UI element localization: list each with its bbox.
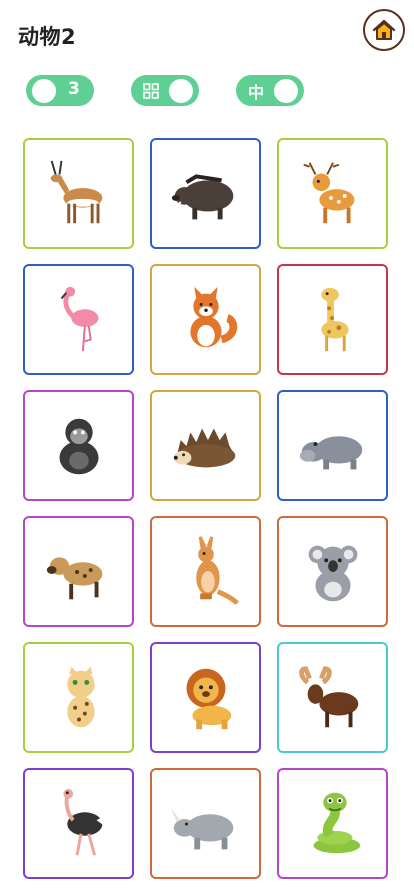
- kangaroo-icon: [195, 535, 239, 605]
- fox-icon: [189, 286, 237, 347]
- animal-card-hyena[interactable]: [23, 516, 134, 627]
- rhino-icon: [170, 807, 233, 849]
- page-title: 动物2: [18, 25, 77, 49]
- toggle-knob: [274, 78, 298, 103]
- boar-icon: [171, 173, 233, 219]
- toggle-knob: [32, 78, 56, 103]
- home-icon: [372, 19, 396, 40]
- animal-card-boar[interactable]: [150, 138, 261, 249]
- hedgehog-icon: [173, 427, 235, 467]
- hippo-icon: [299, 435, 362, 469]
- count-value: 3: [68, 79, 80, 99]
- lion-icon: [186, 668, 231, 729]
- animal-card-hedgehog[interactable]: [150, 390, 261, 501]
- animal-card-snake[interactable]: [277, 768, 388, 879]
- count-toggle[interactable]: 3: [26, 75, 94, 106]
- toggle-knob: [169, 78, 193, 103]
- animal-card-koala[interactable]: [277, 516, 388, 627]
- animal-card-hippo[interactable]: [277, 390, 388, 501]
- home-button[interactable]: [363, 9, 405, 51]
- animal-card-giraffe[interactable]: [277, 264, 388, 375]
- animal-card-flamingo[interactable]: [23, 264, 134, 375]
- size-label: 中: [248, 83, 265, 102]
- deer-icon: [302, 161, 354, 223]
- animal-card-antelope[interactable]: [23, 138, 134, 249]
- flamingo-icon: [60, 286, 98, 351]
- koala-icon: [308, 545, 357, 601]
- ostrich-icon: [62, 788, 108, 856]
- moose-icon: [298, 665, 358, 727]
- snake-icon: [313, 792, 360, 853]
- leopard-icon: [66, 666, 95, 727]
- animal-card-rhino[interactable]: [150, 768, 261, 879]
- animal-card-fox[interactable]: [150, 264, 261, 375]
- top-bar: 动物2: [0, 0, 414, 70]
- antelope-icon: [50, 160, 102, 223]
- animal-card-gorilla[interactable]: [23, 390, 134, 501]
- animal-card-leopard[interactable]: [23, 642, 134, 753]
- animal-card-moose[interactable]: [277, 642, 388, 753]
- size-toggle[interactable]: 中: [236, 75, 304, 106]
- animal-card-ostrich[interactable]: [23, 768, 134, 879]
- animal-card-deer[interactable]: [277, 138, 388, 249]
- animal-card-kangaroo[interactable]: [150, 516, 261, 627]
- animal-card-lion[interactable]: [150, 642, 261, 753]
- grid-toggle[interactable]: [131, 75, 199, 106]
- grid-icon: [143, 83, 159, 99]
- giraffe-icon: [320, 287, 349, 351]
- hyena-icon: [46, 556, 102, 599]
- gorilla-icon: [59, 418, 98, 474]
